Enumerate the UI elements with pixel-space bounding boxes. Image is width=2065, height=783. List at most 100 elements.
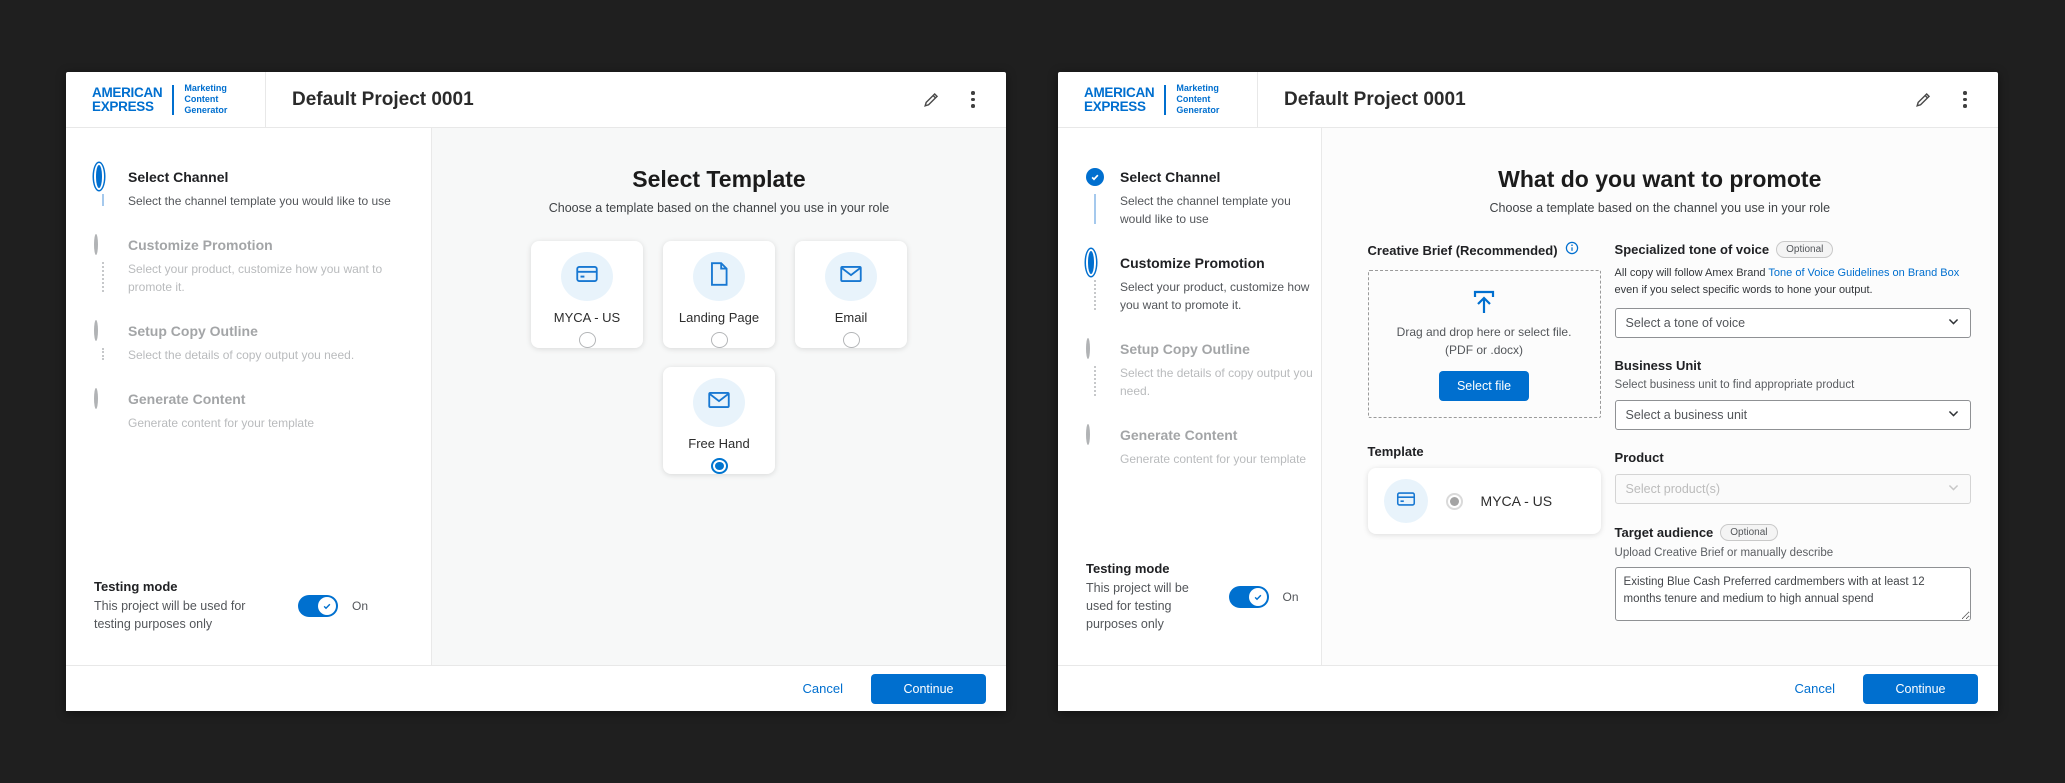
step-title: Customize Promotion (1120, 255, 1265, 271)
credit-card-icon (1395, 488, 1417, 515)
step-customize-promotion[interactable]: Customize Promotion Select your product,… (94, 234, 431, 322)
step-todo-indicator (1086, 424, 1090, 445)
template-label: Landing Page (678, 309, 760, 325)
amex-logo: AMERICAN EXPRESS Marketing Content Gener… (66, 72, 266, 127)
wizard-stepper: Select Channel Select the channel templa… (1058, 128, 1322, 665)
template-card-landing-page[interactable]: Landing Page (663, 241, 775, 348)
optional-badge: Optional (1720, 524, 1778, 542)
select-file-button[interactable]: Select file (1438, 370, 1530, 401)
cancel-button[interactable]: Cancel (803, 681, 843, 696)
business-unit-helper: Select business unit to find appropriate… (1614, 379, 1855, 392)
template-label: Free Hand (688, 435, 750, 451)
page-title: Default Project 0001 (1284, 88, 1466, 110)
amex-word-line2: EXPRESS (92, 98, 154, 114)
chevron-down-icon (1947, 481, 1960, 497)
template-card-email[interactable]: Email (795, 241, 907, 348)
product-word-line3: Generator (1176, 104, 1220, 115)
testing-mode-desc: This project will be used for testing pu… (1086, 580, 1189, 631)
product-word-line1: Marketing (1176, 83, 1219, 94)
product-wordmark: Marketing Content Generator (1176, 83, 1219, 115)
amex-logo: AMERICAN EXPRESS Marketing Content Gener… (1058, 72, 1258, 127)
step-title: Setup Copy Outline (128, 323, 258, 339)
step-generate-content[interactable]: Generate Content Generate content for yo… (1086, 424, 1321, 494)
template-card-myca-us[interactable]: MYCA - US (1367, 468, 1601, 534)
product-word-line1: Marketing (184, 83, 227, 94)
business-unit-label: Business Unit (1614, 358, 1702, 374)
template-radio-myca-us[interactable] (578, 331, 596, 348)
logo-divider (172, 84, 175, 115)
amex-wordmark: AMERICAN EXPRESS (1084, 86, 1155, 113)
logo-divider (1164, 84, 1167, 115)
target-audience-label: Target audience (1614, 525, 1714, 541)
step-setup-copy-outline[interactable]: Setup Copy Outline Select the details of… (94, 320, 431, 390)
edit-pencil-icon[interactable] (1912, 89, 1934, 111)
template-section-label: Template (1367, 444, 1424, 459)
step-desc: Generate content for your template (128, 416, 315, 430)
step-title: Generate Content (128, 391, 246, 407)
testing-mode-toggle[interactable] (1228, 585, 1269, 608)
chevron-down-icon (1947, 407, 1960, 423)
edit-pencil-icon[interactable] (920, 89, 942, 111)
tone-of-voice-select[interactable]: Select a tone of voice (1614, 308, 1971, 339)
step-select-channel[interactable]: Select Channel Select the channel templa… (94, 165, 431, 236)
target-audience-textarea[interactable]: Existing Blue Cash Preferred cardmembers… (1614, 567, 1971, 622)
upload-icon (1469, 288, 1499, 321)
step-desc: Select the details of copy output you ne… (1120, 366, 1313, 398)
step-desc: Select your product, customize how you w… (128, 262, 383, 294)
credit-card-icon (574, 261, 600, 292)
step-todo-indicator (94, 388, 98, 409)
cancel-button[interactable]: Cancel (1795, 681, 1835, 696)
continue-button[interactable]: Continue (1863, 673, 1978, 704)
testing-mode-section: Testing mode This project will be used f… (94, 579, 431, 647)
template-card-myca-us[interactable]: MYCA - US (531, 241, 643, 348)
product-select[interactable]: Select product(s) (1614, 474, 1971, 505)
template-radio-free-hand[interactable] (710, 457, 728, 474)
step-title: Select Channel (1120, 169, 1221, 185)
testing-mode-title: Testing mode (1086, 560, 1170, 576)
main-subtitle: Choose a template based on the channel y… (1489, 201, 1831, 215)
window-customize-promotion: AMERICAN EXPRESS Marketing Content Gener… (1058, 72, 1998, 711)
envelope-icon (838, 261, 864, 292)
step-customize-promotion[interactable]: Customize Promotion Select your product,… (1086, 251, 1321, 340)
select-placeholder: Select a tone of voice (1625, 316, 1746, 331)
business-unit-select[interactable]: Select a business unit (1614, 400, 1971, 431)
window-select-template: AMERICAN EXPRESS Marketing Content Gener… (66, 72, 1006, 711)
product-wordmark: Marketing Content Generator (184, 83, 227, 115)
file-dropzone[interactable]: Drag and drop here or select file. (PDF … (1367, 270, 1601, 418)
app-header: AMERICAN EXPRESS Marketing Content Gener… (1058, 72, 1998, 128)
page-icon (707, 261, 731, 292)
step-select-channel[interactable]: Select Channel Select the channel templa… (1086, 168, 1321, 254)
template-card-free-hand[interactable]: Free Hand (663, 367, 775, 474)
main-title: What do you want to promote (1498, 166, 1822, 192)
info-icon[interactable] (1565, 241, 1579, 260)
tone-of-voice-label: Specialized tone of voice (1614, 242, 1770, 257)
template-radio-email[interactable] (842, 331, 860, 348)
tone-desc-before: All copy will follow Amex Brand (1614, 267, 1769, 279)
creative-brief-label: Creative Brief (Recommended) (1367, 243, 1558, 258)
toggle-state-label: On (352, 598, 369, 613)
product-label: Product (1614, 450, 1664, 466)
page-title: Default Project 0001 (292, 88, 474, 110)
template-radio-myca-us[interactable] (1445, 492, 1463, 510)
overflow-menu-icon[interactable] (1954, 89, 1976, 111)
step-todo-indicator (94, 320, 98, 341)
step-desc: Generate content for your template (1120, 452, 1307, 466)
step-desc: Select the details of copy output you ne… (128, 348, 355, 362)
step-generate-content[interactable]: Generate Content Generate content for yo… (94, 388, 431, 458)
tone-guidelines-link[interactable]: Tone of Voice Guidelines on Brand Box (1768, 267, 1959, 279)
continue-button[interactable]: Continue (871, 673, 986, 704)
tone-desc-after: even if you select specific words to hon… (1614, 284, 1873, 297)
template-radio-landing-page[interactable] (710, 331, 728, 348)
testing-mode-section: Testing mode This project will be used f… (1086, 561, 1321, 647)
wizard-footer: Cancel Continue (66, 665, 1006, 711)
template-label: MYCA - US (553, 309, 621, 325)
step-setup-copy-outline[interactable]: Setup Copy Outline Select the details of… (1086, 338, 1321, 426)
step-desc: Select your product, customize how you w… (1120, 280, 1310, 312)
product-word-line2: Content (184, 94, 219, 105)
step-title: Setup Copy Outline (1120, 341, 1250, 357)
step-todo-indicator (94, 234, 98, 255)
dropzone-line1: Drag and drop here or select file. (1396, 324, 1572, 339)
overflow-menu-icon[interactable] (962, 89, 984, 111)
select-placeholder: Select a business unit (1625, 408, 1748, 423)
testing-mode-toggle[interactable] (298, 594, 338, 617)
